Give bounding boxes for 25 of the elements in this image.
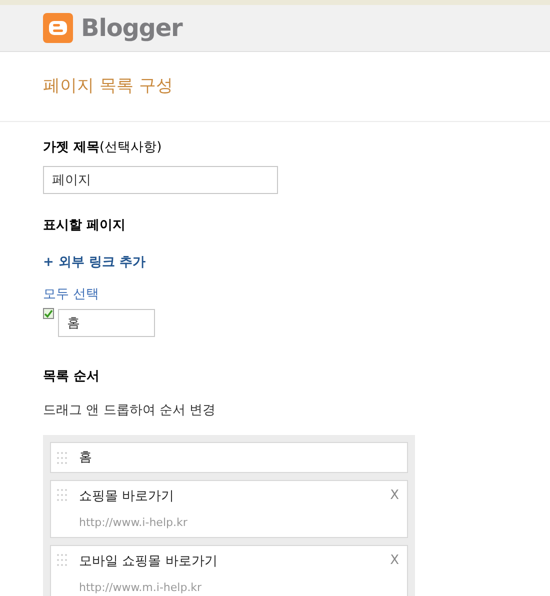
remove-button[interactable]: X	[390, 554, 399, 567]
select-all-link[interactable]: 모두 선택	[43, 284, 100, 304]
list-item[interactable]: 모바일 쇼핑몰 바로가기 http://www.m.i-help.kr X	[50, 545, 408, 596]
drag-handle-icon[interactable]	[56, 451, 68, 465]
field-label: 가젯 제목(선택사항)	[43, 139, 163, 157]
item-title: 홈	[79, 448, 92, 467]
instruction-text: 드래그 앤 드롭하여 순서 변경	[43, 402, 217, 420]
drag-handle-icon[interactable]	[56, 488, 68, 502]
checkbox[interactable]	[43, 308, 54, 319]
list-item[interactable]: 쇼핑몰 바로가기 http://www.i-help.kr X	[50, 480, 408, 538]
remove-button[interactable]: X	[390, 489, 399, 502]
logo-text: Blogger	[81, 13, 182, 44]
blogger-logo-icon	[43, 13, 73, 43]
dialog-title: 페이지 목록 구성	[43, 74, 173, 98]
item-url: http://www.i-help.kr	[79, 514, 188, 530]
add-external-link[interactable]: + 외부 링크 추가	[43, 253, 146, 272]
title-input-field[interactable]: 페이지	[43, 166, 278, 194]
page-title-field[interactable]: 홈	[58, 309, 155, 337]
item-title: 쇼핑몰 바로가기	[79, 488, 174, 506]
list-item[interactable]: 홈	[50, 442, 408, 473]
drag-handle-icon[interactable]	[56, 553, 68, 567]
item-title: 모바일 쇼핑몰 바로가기	[79, 553, 218, 571]
section-heading: 목록 순서	[43, 368, 101, 386]
item-url: http://www.m.i-help.kr	[79, 580, 202, 596]
section-heading: 표시할 페이지	[43, 216, 127, 234]
